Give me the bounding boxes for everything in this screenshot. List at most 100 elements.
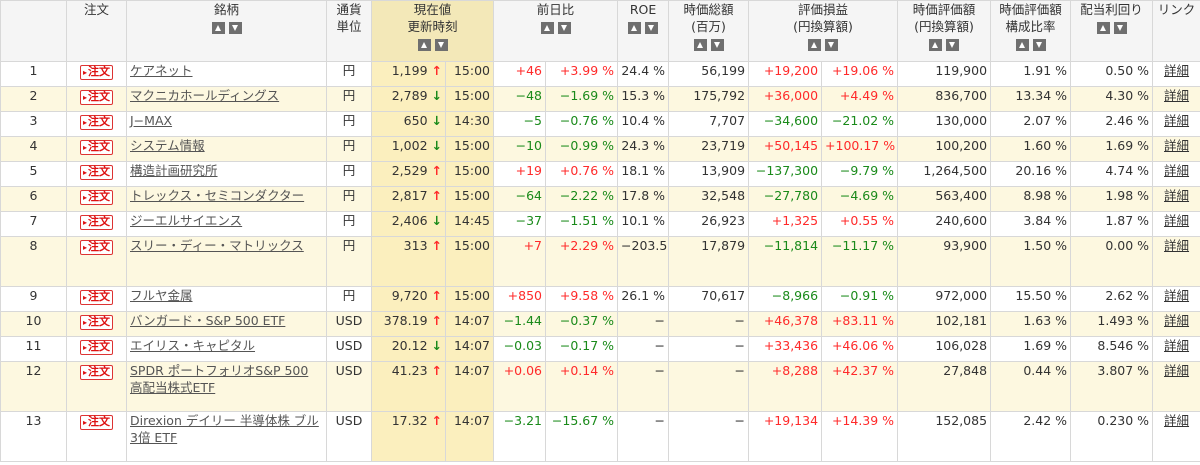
- price-value: 41.23: [391, 363, 428, 378]
- market-value: 102,181: [897, 311, 992, 337]
- detail-link[interactable]: 詳細: [1164, 88, 1189, 103]
- market-cap: −: [668, 336, 750, 362]
- arrow-up-icon: ↑: [431, 413, 442, 428]
- detail-link[interactable]: 詳細: [1164, 213, 1189, 228]
- detail-link[interactable]: 詳細: [1164, 113, 1189, 128]
- stock-name-cell: エイリス・キャピタル: [126, 336, 327, 362]
- market-value: 152,085: [897, 411, 992, 462]
- detail-link[interactable]: 詳細: [1164, 188, 1189, 203]
- order-button[interactable]: 注文: [79, 340, 113, 355]
- detail-link[interactable]: 詳細: [1164, 163, 1189, 178]
- stock-name-link[interactable]: 構造計画研究所: [130, 163, 323, 180]
- order-button[interactable]: 注文: [79, 165, 113, 180]
- stock-name-link[interactable]: Direxion デイリー 半導体株 ブル 3倍 ETF: [130, 413, 323, 447]
- sort-asc-icon[interactable]: [808, 39, 822, 51]
- roe-value: 10.4 %: [617, 111, 670, 137]
- stock-name-link[interactable]: ケアネット: [130, 63, 323, 80]
- change-percent: −1.51 %: [545, 211, 619, 237]
- sort-asc-icon[interactable]: [211, 22, 225, 34]
- order-button[interactable]: 注文: [79, 90, 113, 105]
- dividend-yield: 0.50 %: [1070, 61, 1154, 87]
- stock-name-link[interactable]: トレックス・セミコンダクター: [130, 188, 323, 205]
- order-button[interactable]: 注文: [79, 140, 113, 155]
- currency: USD: [326, 336, 372, 362]
- sort-desc-icon[interactable]: [434, 39, 448, 51]
- order-button[interactable]: 注文: [79, 365, 113, 380]
- stock-name-link[interactable]: スリー・ディー・マトリックス: [130, 238, 323, 255]
- arrow-up-icon: ↑: [431, 163, 442, 178]
- stock-name-link[interactable]: J−MAX: [130, 113, 323, 130]
- table-row: 8注文スリー・ディー・マトリックス円313 ↑15:00+7+2.29 %−20…: [0, 236, 1200, 287]
- change-value: −3.21: [493, 411, 547, 462]
- stock-name-link[interactable]: フルヤ金属: [130, 288, 323, 305]
- sort-asc-icon[interactable]: [929, 39, 943, 51]
- sort-desc-icon[interactable]: [1113, 22, 1127, 34]
- sort-desc-icon[interactable]: [228, 22, 242, 34]
- dividend-yield: 1.69 %: [1070, 136, 1154, 162]
- order-button[interactable]: 注文: [79, 115, 113, 130]
- market-value: 836,700: [897, 86, 992, 112]
- sort-desc-icon[interactable]: [557, 22, 571, 34]
- table-row: 13注文Direxion デイリー 半導体株 ブル 3倍 ETFUSD17.32…: [0, 411, 1200, 462]
- sort-desc-icon[interactable]: [825, 39, 839, 51]
- stock-name-link[interactable]: ジーエルサイエンス: [130, 213, 323, 230]
- sort-desc-icon[interactable]: [1032, 39, 1046, 51]
- sort-desc-icon[interactable]: [645, 22, 659, 34]
- price-cell: 650 ↓: [371, 111, 446, 137]
- market-cap: 17,879: [668, 236, 750, 287]
- sort-desc-icon[interactable]: [946, 39, 960, 51]
- order-button[interactable]: 注文: [79, 415, 113, 430]
- order-button[interactable]: 注文: [79, 190, 113, 205]
- sort-asc-icon[interactable]: [693, 39, 707, 51]
- order-button[interactable]: 注文: [79, 240, 113, 255]
- detail-link[interactable]: 詳細: [1164, 413, 1189, 428]
- price-cell: 9,720 ↑: [371, 286, 446, 312]
- market-cap: 175,792: [668, 86, 750, 112]
- table-row: 11注文エイリス・キャピタルUSD20.12 ↓14:07−0.03−0.17 …: [0, 336, 1200, 362]
- order-button[interactable]: 注文: [79, 315, 113, 330]
- detail-link[interactable]: 詳細: [1164, 138, 1189, 153]
- stock-name-link[interactable]: マクニカホールディングス: [130, 88, 323, 105]
- stock-name-link[interactable]: バンガード・S&P 500 ETF: [130, 313, 323, 330]
- row-index: 4: [0, 136, 67, 162]
- header-price: 現在値 更新時刻: [370, 0, 495, 62]
- row-index: 5: [0, 161, 67, 187]
- roe-value: 24.3 %: [617, 136, 670, 162]
- currency: 円: [326, 161, 372, 187]
- order-button[interactable]: 注文: [79, 215, 113, 230]
- table-row: 10注文バンガード・S&P 500 ETFUSD378.19 ↑14:07−1.…: [0, 311, 1200, 337]
- link-cell: 詳細: [1152, 186, 1200, 212]
- update-time: 15:00: [444, 161, 495, 187]
- detail-link[interactable]: 詳細: [1164, 338, 1189, 353]
- market-cap: −: [668, 311, 750, 337]
- detail-link[interactable]: 詳細: [1164, 288, 1189, 303]
- market-value: 563,400: [897, 186, 992, 212]
- arrow-down-icon: ↓: [431, 213, 442, 228]
- order-button[interactable]: 注文: [79, 290, 113, 305]
- change-value: −0.03: [493, 336, 547, 362]
- dividend-yield: 1.493 %: [1070, 311, 1154, 337]
- detail-link[interactable]: 詳細: [1164, 63, 1189, 78]
- dividend-yield: 2.62 %: [1070, 286, 1154, 312]
- arrow-up-icon: ↑: [431, 188, 442, 203]
- detail-link[interactable]: 詳細: [1164, 238, 1189, 253]
- pl-percent: +42.37 %: [821, 361, 899, 412]
- sort-asc-icon[interactable]: [417, 39, 431, 51]
- row-index: 1: [0, 61, 67, 87]
- sort-desc-icon[interactable]: [710, 39, 724, 51]
- price-value: 9,720: [391, 288, 428, 303]
- update-time: 15:00: [444, 186, 495, 212]
- stock-name-link[interactable]: システム情報: [130, 138, 323, 155]
- stock-name-link[interactable]: エイリス・キャピタル: [130, 338, 323, 355]
- detail-link[interactable]: 詳細: [1164, 313, 1189, 328]
- sort-asc-icon[interactable]: [628, 22, 642, 34]
- sort-asc-icon[interactable]: [1096, 22, 1110, 34]
- sort-asc-icon[interactable]: [1015, 39, 1029, 51]
- sort-asc-icon[interactable]: [540, 22, 554, 34]
- market-cap: 7,707: [668, 111, 750, 137]
- change-value: −5: [493, 111, 547, 137]
- detail-link[interactable]: 詳細: [1164, 363, 1189, 378]
- order-button[interactable]: 注文: [79, 65, 113, 80]
- stock-name-link[interactable]: SPDR ポートフォリオS&P 500 高配当株式ETF: [130, 363, 323, 397]
- row-index: 7: [0, 211, 67, 237]
